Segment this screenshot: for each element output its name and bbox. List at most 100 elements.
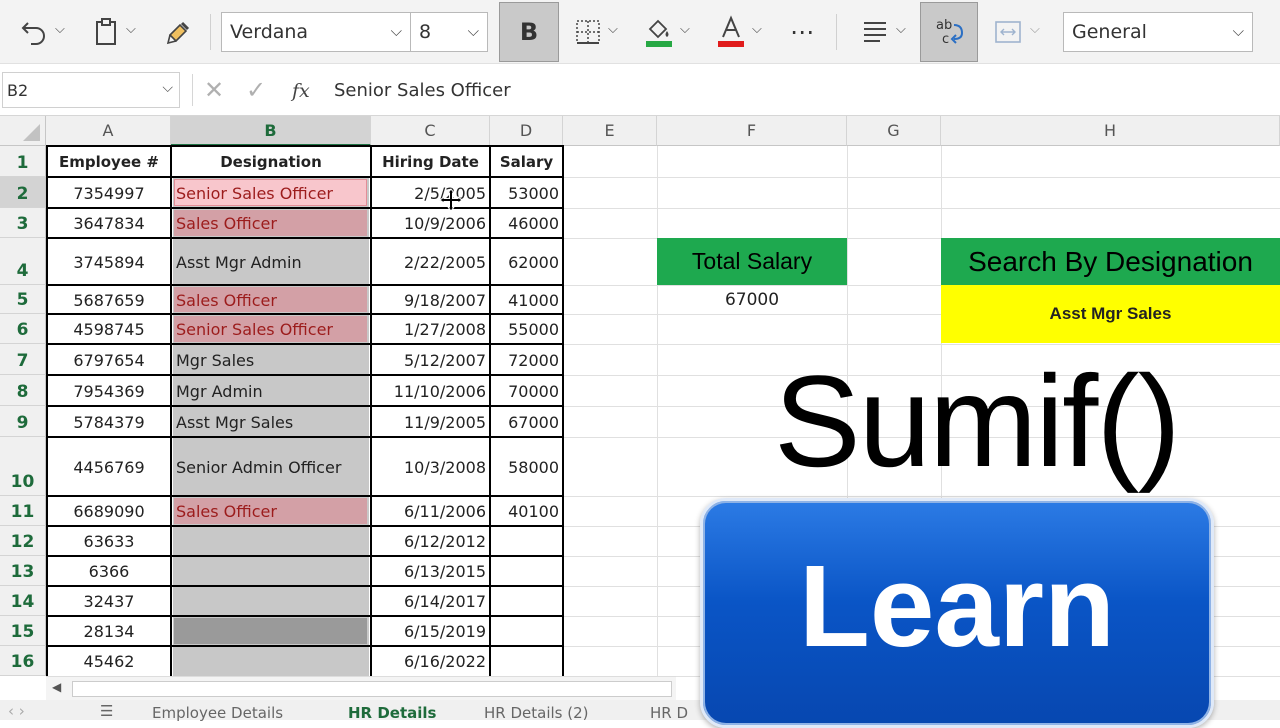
sheet-tab[interactable]: HR Details (2): [484, 704, 589, 722]
column-header-g[interactable]: G: [847, 116, 941, 146]
cell-hiring-date[interactable]: 10/3/2008: [372, 438, 489, 496]
cell-employee[interactable]: 28134: [48, 617, 170, 646]
cell-employee[interactable]: 3647834: [48, 209, 170, 238]
borders-button[interactable]: [572, 14, 604, 50]
paste-dropdown-icon[interactable]: ⌵: [126, 22, 136, 37]
header-designation[interactable]: Designation: [173, 147, 369, 177]
cell-employee[interactable]: 4598745: [48, 315, 170, 344]
formula-input[interactable]: Senior Sales Officer: [334, 72, 511, 108]
row-header-12[interactable]: 12: [0, 526, 46, 556]
scroll-left-icon[interactable]: ◀: [52, 680, 61, 694]
cell-employee[interactable]: 6797654: [48, 345, 170, 375]
format-painter-button[interactable]: [160, 14, 198, 50]
align-button[interactable]: [858, 14, 892, 50]
cell-hiring-date[interactable]: 11/9/2005: [372, 407, 489, 437]
column-header-f[interactable]: F: [657, 116, 847, 146]
column-header-c[interactable]: C: [371, 116, 490, 146]
font-color-dropdown-icon[interactable]: ⌵: [752, 22, 762, 37]
cell-hiring-date[interactable]: 6/14/2017: [372, 587, 489, 616]
cell-salary[interactable]: 72000: [491, 345, 562, 375]
cell-employee[interactable]: 6366: [48, 557, 170, 586]
scroll-thumb[interactable]: [72, 681, 672, 697]
column-header-d[interactable]: D: [490, 116, 563, 146]
row-header-10[interactable]: 10: [0, 437, 46, 496]
row-header-2[interactable]: 2: [0, 177, 46, 208]
select-all-button[interactable]: [0, 116, 46, 146]
cell-designation[interactable]: Mgr Admin: [173, 376, 369, 406]
sheet-tab-active[interactable]: HR Details: [348, 704, 436, 722]
cell-salary[interactable]: 41000: [491, 286, 562, 314]
search-designation-label[interactable]: Search By Designation: [941, 238, 1280, 285]
cell-designation[interactable]: Senior Sales Officer: [173, 315, 369, 344]
cell-designation[interactable]: Senior Admin Officer: [173, 438, 369, 496]
row-header-8[interactable]: 8: [0, 375, 46, 406]
sheet-tab[interactable]: Employee Details: [152, 704, 283, 722]
merge-cells-button[interactable]: [990, 14, 1026, 50]
row-header-13[interactable]: 13: [0, 556, 46, 586]
cell-hiring-date[interactable]: 6/16/2022: [372, 647, 489, 676]
row-header-3[interactable]: 3: [0, 208, 46, 238]
cell-employee[interactable]: 5784379: [48, 407, 170, 437]
cell-salary[interactable]: 62000: [491, 239, 562, 285]
enter-icon[interactable]: ✓: [246, 76, 266, 104]
borders-dropdown-icon[interactable]: ⌵: [608, 22, 618, 37]
cell-designation[interactable]: Asst Mgr Admin: [173, 239, 369, 285]
cell-designation[interactable]: Mgr Sales: [173, 345, 369, 375]
cell-salary[interactable]: 46000: [491, 209, 562, 238]
cell-hiring-date[interactable]: 6/13/2015: [372, 557, 489, 586]
font-name-select[interactable]: Verdana ⌵: [221, 12, 411, 52]
cell-hiring-date[interactable]: 2/5/2005: [372, 178, 489, 208]
cancel-icon[interactable]: ✕: [204, 76, 224, 104]
cell-hiring-date[interactable]: 1/27/2008: [372, 315, 489, 344]
cell-hiring-date[interactable]: 10/9/2006: [372, 209, 489, 238]
cell-designation[interactable]: Sales Officer: [173, 286, 369, 314]
row-header-7[interactable]: 7: [0, 344, 46, 375]
row-header-6[interactable]: 6: [0, 314, 46, 344]
bold-button[interactable]: B: [499, 2, 559, 62]
cell-salary[interactable]: 58000: [491, 438, 562, 496]
sheet-tab[interactable]: HR D: [650, 704, 688, 722]
cell-employee[interactable]: 7354997: [48, 178, 170, 208]
cell-hiring-date[interactable]: 6/15/2019: [372, 617, 489, 646]
align-dropdown-icon[interactable]: ⌵: [896, 22, 906, 37]
row-header-16[interactable]: 16: [0, 646, 46, 676]
wrap-text-button[interactable]: ab c: [920, 2, 978, 62]
fill-color-dropdown-icon[interactable]: ⌵: [680, 22, 690, 37]
header-employee[interactable]: Employee #: [48, 147, 170, 177]
row-header-15[interactable]: 15: [0, 616, 46, 646]
more-options-button[interactable]: ⋯: [784, 14, 820, 50]
row-header-14[interactable]: 14: [0, 586, 46, 616]
fill-color-button[interactable]: [642, 12, 676, 52]
cell-employee[interactable]: 5687659: [48, 286, 170, 314]
cell-employee[interactable]: 3745894: [48, 239, 170, 285]
cell-employee[interactable]: 32437: [48, 587, 170, 616]
insert-function-icon[interactable]: fx: [292, 80, 310, 102]
name-box[interactable]: B2 ⌵: [2, 72, 180, 108]
sheet-nav-icon[interactable]: ‹ ›: [8, 702, 25, 720]
cell-employee[interactable]: 63633: [48, 527, 170, 556]
cell-hiring-date[interactable]: 11/10/2006: [372, 376, 489, 406]
cell-hiring-date[interactable]: 5/12/2007: [372, 345, 489, 375]
row-header-1[interactable]: 1: [0, 146, 46, 177]
paste-button[interactable]: [88, 14, 124, 50]
row-header-9[interactable]: 9: [0, 406, 46, 437]
cell-employee[interactable]: 45462: [48, 647, 170, 676]
column-header-b[interactable]: B: [171, 116, 371, 146]
undo-button[interactable]: [14, 14, 54, 50]
cell-designation[interactable]: Senior Sales Officer: [173, 178, 369, 208]
row-header-11[interactable]: 11: [0, 496, 46, 526]
header-salary[interactable]: Salary: [491, 147, 562, 177]
merge-dropdown-icon[interactable]: ⌵: [1030, 22, 1040, 37]
cell-salary[interactable]: 53000: [491, 178, 562, 208]
row-header-4[interactable]: 4: [0, 238, 46, 285]
number-format-select[interactable]: General ⌵: [1063, 12, 1253, 52]
total-salary-value[interactable]: 67000: [657, 286, 847, 314]
search-designation-value[interactable]: Asst Mgr Sales: [941, 285, 1280, 343]
column-header-a[interactable]: A: [46, 116, 171, 146]
header-hiring-date[interactable]: Hiring Date: [372, 147, 489, 177]
column-header-e[interactable]: E: [563, 116, 657, 146]
cell-designation[interactable]: Sales Officer: [173, 497, 369, 526]
cell-hiring-date[interactable]: 6/11/2006: [372, 497, 489, 526]
learn-button[interactable]: Learn: [700, 498, 1214, 728]
cell-hiring-date[interactable]: 9/18/2007: [372, 286, 489, 314]
